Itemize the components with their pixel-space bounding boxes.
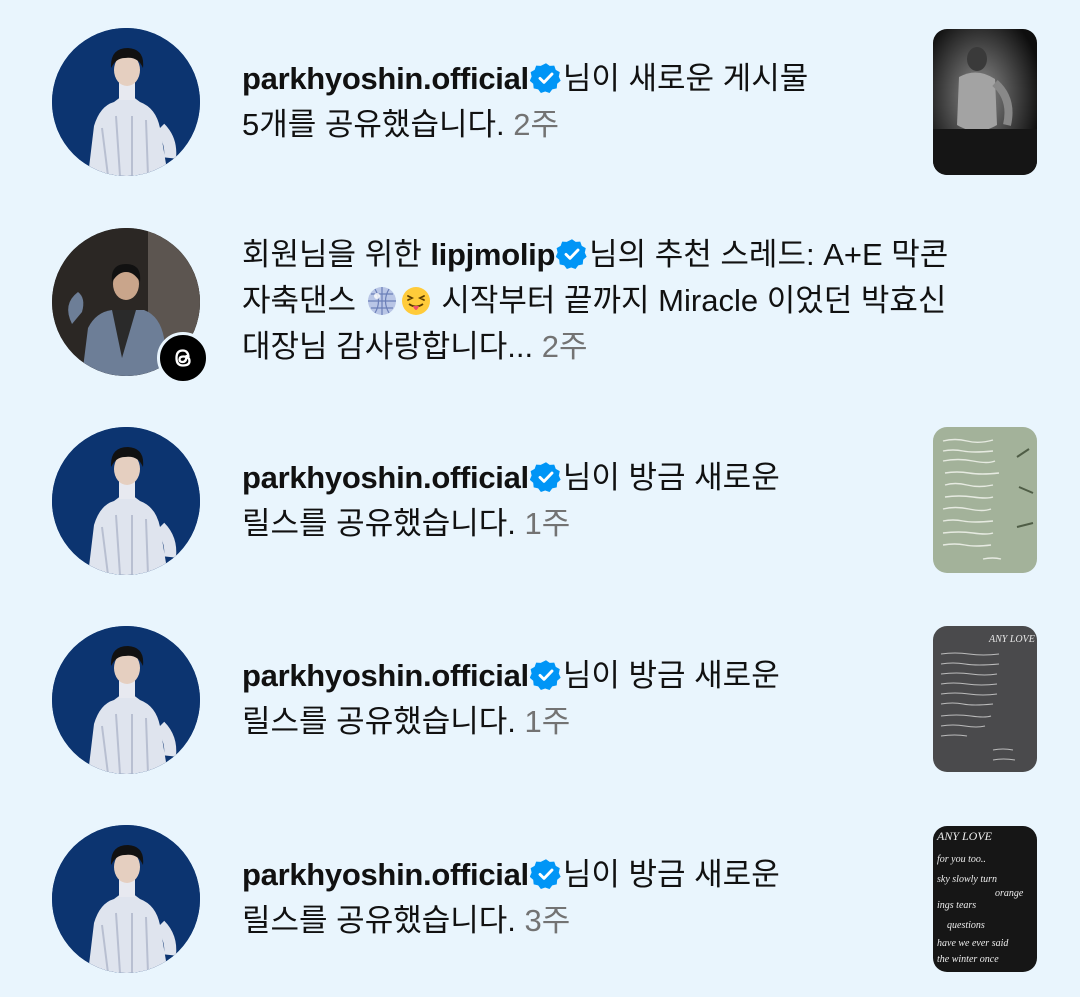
tongue-out-face-icon	[401, 287, 430, 315]
username[interactable]: lipjmolip	[430, 237, 555, 272]
verified-badge-icon	[530, 461, 562, 493]
thumb-line: for you too..	[937, 854, 986, 865]
avatar[interactable]	[52, 626, 200, 774]
thumb-title: ANY LOVE	[936, 829, 993, 843]
message-text: 릴스를 공유했습니다.	[242, 903, 516, 938]
username[interactable]: parkhyoshin.official	[242, 658, 529, 693]
avatar[interactable]	[52, 28, 200, 176]
verified-badge-icon	[530, 62, 562, 94]
message-text: 회원님을 위한	[242, 237, 431, 272]
username[interactable]: parkhyoshin.official	[242, 857, 529, 892]
avatar[interactable]	[52, 825, 200, 973]
message-text: 님이 방금 새로운	[562, 658, 780, 693]
message-text: 시작부터 끝까지 Miracle 이었던 박효신	[432, 283, 947, 318]
timestamp: 1주	[524, 704, 571, 739]
message-text: 대장님 감사랑합니다...	[242, 329, 534, 364]
username[interactable]: parkhyoshin.official	[242, 460, 529, 495]
message-text: 자축댄스	[242, 283, 365, 318]
message-text: 릴스를 공유했습니다.	[242, 506, 516, 541]
message-text: 님의 추천 스레드: A+E 막콘	[589, 237, 949, 272]
thumb-line: questions	[947, 920, 985, 931]
notification-text: parkhyoshin.official 님이 새로운 게시물 5개를 공유했습니…	[242, 56, 1042, 148]
notification-text: parkhyoshin.official 님이 방금 새로운 릴스를 공유했습니다…	[242, 653, 1042, 745]
notification-text: parkhyoshin.official 님이 방금 새로운 릴스를 공유했습니다…	[242, 852, 1042, 944]
thumb-line: the winter once	[937, 954, 999, 965]
activity-feed: parkhyoshin.official 님이 새로운 게시물 5개를 공유했습니…	[0, 0, 1080, 997]
message-text: 님이 방금 새로운	[562, 857, 780, 892]
thumb-line: sky slowly turn	[937, 874, 997, 885]
verified-badge-icon	[530, 659, 562, 691]
verified-badge-icon	[556, 238, 588, 270]
username[interactable]: parkhyoshin.official	[242, 61, 529, 96]
notification-text: parkhyoshin.official 님이 방금 새로운 릴스를 공유했습니다…	[242, 455, 1042, 547]
thumb-line: orange	[995, 888, 1024, 899]
reel-thumbnail[interactable]: ANY LOVE for you too.. sky slowly turn o…	[933, 826, 1037, 972]
mirror-ball-icon	[367, 287, 396, 315]
notification-text: 회원님을 위한 lipjmolip 님의 추천 스레드: A+E 막콘 자축댄스 …	[242, 232, 1042, 370]
verified-badge-icon	[530, 858, 562, 890]
message-text: 5개를 공유했습니다.	[242, 107, 505, 142]
thumb-line: have we ever said	[937, 938, 1009, 949]
thumb-title: ANY LOVE	[988, 634, 1035, 645]
avatar[interactable]	[52, 427, 200, 575]
timestamp: 3주	[524, 903, 571, 938]
timestamp: 2주	[513, 107, 560, 142]
message-text: 님이 새로운 게시물	[562, 61, 809, 96]
thumb-line: ings tears	[937, 900, 976, 911]
post-thumbnail[interactable]	[933, 29, 1037, 175]
reel-thumbnail[interactable]	[933, 427, 1037, 573]
message-text: 릴스를 공유했습니다.	[242, 704, 516, 739]
timestamp: 1주	[524, 506, 571, 541]
message-text: 님이 방금 새로운	[562, 460, 780, 495]
reel-thumbnail[interactable]: ANY LOVE	[933, 626, 1037, 772]
timestamp: 2주	[541, 329, 588, 364]
threads-icon	[157, 332, 209, 384]
